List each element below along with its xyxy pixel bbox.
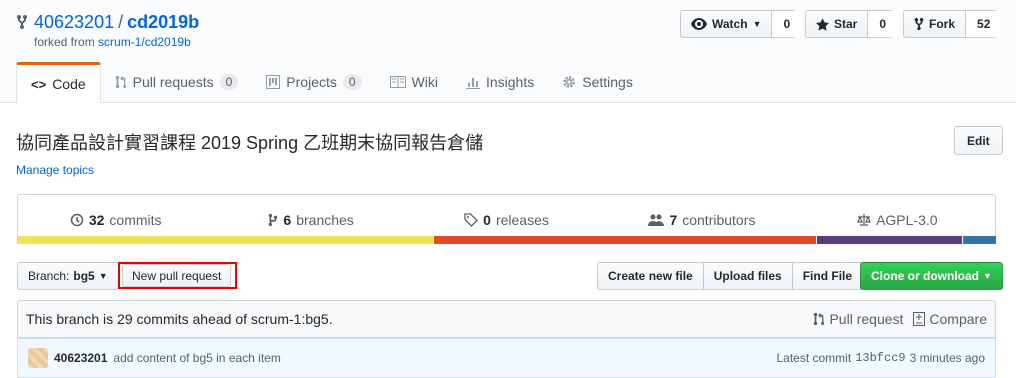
- fork-button-group: Fork 52: [903, 10, 1002, 38]
- star-label: Star: [834, 17, 858, 31]
- license-label: AGPL-3.0: [876, 211, 938, 228]
- fork-button[interactable]: Fork: [904, 11, 967, 37]
- diff-icon: [913, 312, 926, 326]
- star-button-group: Star 0: [805, 10, 898, 38]
- watch-button[interactable]: Watch ▼: [681, 11, 773, 37]
- commit-message-link[interactable]: add content of bg5 in each item: [113, 351, 280, 365]
- commit-info: 40623201 add content of bg5 in each item: [28, 348, 281, 368]
- fork-icon: [914, 17, 924, 31]
- fork-count[interactable]: 52: [966, 11, 1002, 37]
- branch-status-actions: Pull request Compare: [813, 311, 987, 327]
- star-count[interactable]: 0: [868, 11, 898, 37]
- find-file-button[interactable]: Find File: [791, 262, 864, 290]
- tab-projects[interactable]: Projects 0: [252, 62, 375, 102]
- pull-request-link[interactable]: Pull request: [813, 311, 903, 327]
- tab-pull-requests[interactable]: Pull requests 0: [101, 62, 253, 102]
- tab-settings-label: Settings: [582, 74, 633, 90]
- create-new-file-button[interactable]: Create new file: [597, 262, 704, 290]
- tab-wiki[interactable]: Wiki: [376, 62, 452, 102]
- fork-label: Fork: [929, 17, 956, 31]
- clone-label: Clone or download: [871, 269, 979, 283]
- releases-count: 0: [483, 211, 491, 228]
- commit-sha-link[interactable]: 13bfcc9: [855, 351, 905, 365]
- pull-request-label: Pull request: [829, 311, 904, 327]
- language-segment[interactable]: [961, 236, 997, 244]
- compare-link[interactable]: Compare: [913, 311, 987, 327]
- pull-requests-counter: 0: [219, 74, 239, 90]
- edit-button[interactable]: Edit: [954, 126, 1003, 155]
- latest-commit-bar: 40623201 add content of bg5 in each item…: [17, 338, 996, 378]
- projects-counter: 0: [342, 74, 362, 90]
- tab-wiki-label: Wiki: [411, 74, 438, 90]
- history-icon: [70, 213, 84, 226]
- gear-icon: [563, 76, 575, 88]
- chevron-down-icon: ▼: [752, 19, 762, 29]
- pull-request-icon: [115, 75, 126, 89]
- language-segment[interactable]: [432, 236, 817, 244]
- branch-name: bg5: [73, 269, 95, 283]
- watch-label: Watch: [712, 17, 748, 31]
- law-icon: [857, 213, 871, 226]
- tab-pull-requests-label: Pull requests: [132, 74, 214, 90]
- repo-owner-link[interactable]: 40623201: [34, 12, 114, 32]
- upload-files-button[interactable]: Upload files: [702, 262, 793, 290]
- branch-prefix: Branch:: [28, 269, 70, 283]
- forked-prefix: forked from: [34, 35, 95, 49]
- tab-settings[interactable]: Settings: [548, 62, 647, 102]
- compare-label: Compare: [929, 311, 987, 327]
- book-icon: [389, 76, 406, 88]
- star-button[interactable]: Star: [806, 11, 869, 37]
- branch-icon: [269, 213, 278, 226]
- contributors-label: contributors: [682, 211, 756, 228]
- repo-description: 協同產品設計實習課程 2019 Spring 乙班期末協同報告倉儲: [16, 133, 484, 153]
- graph-icon: [465, 78, 480, 89]
- branch-select-button[interactable]: Branch: bg5 ▼: [17, 262, 119, 290]
- contributors-count: 7: [669, 211, 678, 228]
- tab-insights-label: Insights: [485, 74, 535, 90]
- avatar[interactable]: [28, 348, 48, 368]
- branch-status-message: This branch is 29 commits ahead of scrum…: [26, 311, 333, 327]
- commit-meta: Latest commit 13bfcc9 3 minutes ago: [776, 351, 985, 365]
- clone-or-download-button[interactable]: Clone or download ▼: [860, 262, 1003, 290]
- commits-label: commits: [109, 211, 162, 228]
- manage-topics-link[interactable]: Manage topics: [16, 163, 94, 177]
- releases-label: releases: [495, 211, 549, 228]
- tab-projects-label: Projects: [286, 74, 337, 90]
- forked-from-link[interactable]: scrum-1/cd2019b: [98, 35, 191, 49]
- language-segment[interactable]: [17, 236, 433, 244]
- tag-icon: [464, 212, 479, 227]
- people-icon: [648, 214, 665, 226]
- latest-commit-prefix: Latest commit: [776, 351, 852, 365]
- language-bar[interactable]: [17, 236, 997, 244]
- repo-forked-icon: [16, 14, 28, 30]
- commit-author-link[interactable]: 40623201: [54, 351, 107, 365]
- repo-name-link[interactable]: cd2019b: [127, 12, 199, 32]
- language-segment[interactable]: [816, 236, 962, 244]
- watch-count[interactable]: 0: [772, 11, 802, 37]
- repo-separator: /: [118, 12, 124, 32]
- repo-nav-tabs: <> Code Pull requests 0 Projects 0 Wiki …: [16, 62, 647, 103]
- code-icon: <>: [31, 76, 47, 92]
- highlight-box: [118, 262, 237, 289]
- tab-code-label: Code: [52, 76, 86, 92]
- tab-insights[interactable]: Insights: [452, 62, 548, 102]
- star-icon: [816, 17, 829, 31]
- file-actions-group: Create new file Upload files Find File: [597, 262, 864, 290]
- tab-code[interactable]: <> Code: [16, 62, 101, 103]
- commit-time: 3 minutes ago: [909, 351, 985, 365]
- chevron-down-icon: ▼: [983, 271, 992, 281]
- forked-from: forked from scrum-1/cd2019b: [34, 35, 191, 49]
- branch-status-bar: This branch is 29 commits ahead of scrum…: [17, 300, 996, 338]
- pull-request-icon: [814, 312, 825, 326]
- eye-icon: [691, 18, 707, 30]
- branches-count: 6: [283, 211, 292, 228]
- watch-button-group: Watch ▼ 0: [680, 10, 802, 38]
- commits-count: 32: [88, 211, 105, 228]
- branches-label: branches: [296, 211, 354, 228]
- project-icon: [266, 75, 281, 89]
- repo-title: 40623201/cd2019b: [34, 12, 199, 33]
- chevron-down-icon: ▼: [98, 271, 108, 281]
